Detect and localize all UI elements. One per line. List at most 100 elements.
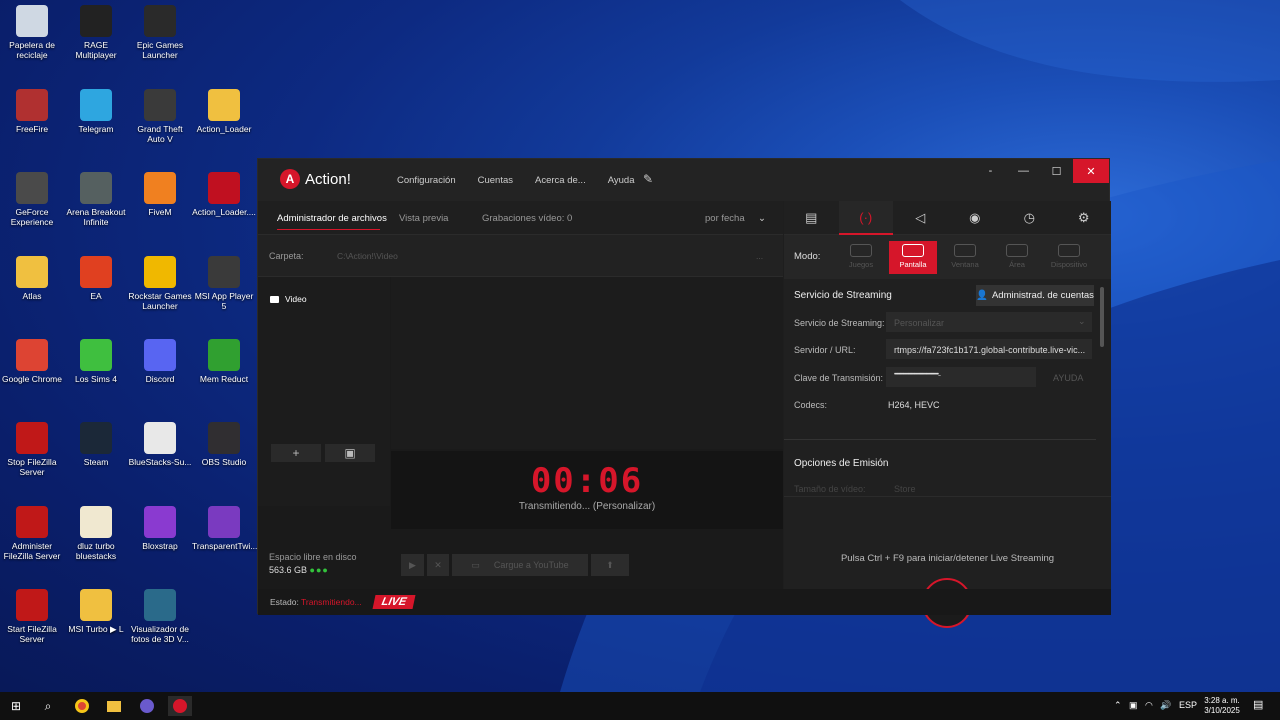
audio-icon[interactable]: ◁ bbox=[893, 201, 948, 235]
desktop-icon-label: EA bbox=[90, 291, 102, 301]
desktop-icon[interactable]: Stop FileZilla Server bbox=[0, 422, 64, 477]
desktop-icon[interactable]: GeForce Experience bbox=[0, 172, 64, 227]
tab-file-manager[interactable]: Administrador de archivos bbox=[277, 213, 387, 224]
desktop-icon[interactable]: Visualizador de fotos de 3D V... bbox=[128, 589, 192, 644]
chevron-up-icon[interactable]: ⌃ bbox=[1114, 700, 1122, 711]
maximize-button[interactable]: ☐ bbox=[1040, 159, 1073, 183]
accounts-manager-button[interactable]: 👤 Administrad. de cuentas bbox=[976, 285, 1094, 306]
chevron-down-icon[interactable]: ⌄ bbox=[758, 213, 766, 224]
video-recording-icon[interactable]: ▤ bbox=[784, 201, 839, 235]
desktop-icon[interactable]: Telegram bbox=[64, 89, 128, 134]
upload-icon[interactable]: ⬆ bbox=[591, 554, 629, 576]
desktop-icon[interactable]: Rockstar Games Launcher bbox=[128, 256, 192, 311]
disk-status-dots: ●●● bbox=[309, 565, 329, 575]
volume-icon[interactable]: 🔊 bbox=[1160, 700, 1171, 711]
language-indicator[interactable]: ESP bbox=[1179, 700, 1197, 710]
desktop-icon-label: Atlas bbox=[22, 291, 42, 301]
mode-device[interactable]: Dispositivo bbox=[1045, 241, 1093, 274]
mode-area[interactable]: Área bbox=[993, 241, 1041, 274]
brush-icon[interactable]: ✎ bbox=[643, 172, 653, 186]
mode-screen[interactable]: Pantalla bbox=[889, 241, 937, 274]
video-size-value[interactable]: Store bbox=[894, 484, 916, 494]
desktop-icon-label: FreeFire bbox=[15, 124, 49, 134]
live-streaming-icon[interactable]: (·) bbox=[838, 201, 893, 235]
area-icon bbox=[1006, 244, 1028, 257]
desktop-icon[interactable]: Arena Breakout Infinite bbox=[64, 172, 128, 227]
desktop-icon[interactable]: Discord bbox=[128, 339, 192, 384]
msi-app-player-icon bbox=[208, 256, 240, 288]
title-bar[interactable]: A Action! Configuración Cuentas Acerca d… bbox=[258, 159, 1109, 201]
desktop-icon[interactable]: Bloxstrap bbox=[128, 506, 192, 551]
upload-youtube-button[interactable]: ▭ Cargue a YouTube bbox=[452, 554, 588, 576]
gear-icon[interactable]: ⚙ bbox=[1057, 201, 1112, 235]
settings-scrollbar[interactable] bbox=[1100, 287, 1104, 347]
desktop-icon[interactable]: Mem Reduct bbox=[192, 339, 256, 384]
add-folder-button[interactable]: + bbox=[271, 444, 321, 462]
menu-acerca[interactable]: Acerca de... bbox=[535, 175, 586, 186]
delete-icon[interactable]: ✕ bbox=[427, 554, 449, 576]
timer-icon[interactable]: ◷ bbox=[1002, 201, 1057, 235]
desktop-icon[interactable]: OBS Studio bbox=[192, 422, 256, 467]
desktop-icon[interactable]: BlueStacks-Su... bbox=[128, 422, 192, 467]
desktop-icon[interactable]: Action_Loader.... bbox=[192, 172, 256, 217]
desktop-icon[interactable]: FiveM bbox=[128, 172, 192, 217]
minimize-button[interactable]: — bbox=[1007, 159, 1040, 183]
search-icon[interactable]: ⌕ bbox=[38, 696, 58, 716]
desktop-icon[interactable]: Los Sims 4 bbox=[64, 339, 128, 384]
msi-app-player-icon[interactable] bbox=[137, 696, 157, 716]
windows-start-icon[interactable]: ⊞ bbox=[6, 696, 26, 716]
desktop-icon-label: MSI App Player 5 bbox=[194, 291, 254, 311]
desktop-icon[interactable]: Epic Games Launcher bbox=[128, 5, 192, 60]
rockstar-icon bbox=[144, 256, 176, 288]
browse-folder-button[interactable]: ... bbox=[756, 251, 763, 261]
chrome-icon[interactable] bbox=[72, 696, 92, 716]
compact-button[interactable]: - bbox=[974, 159, 1007, 183]
desktop-icon[interactable]: Start FileZilla Server bbox=[0, 589, 64, 644]
desktop-icon[interactable]: Grand Theft Auto V bbox=[128, 89, 192, 144]
timer-area: 00:06 Transmitiendo... (Personalizar) bbox=[391, 451, 783, 529]
mode-window[interactable]: Ventana bbox=[941, 241, 989, 274]
mode-games[interactable]: Juegos bbox=[837, 241, 885, 274]
folder-link-icon[interactable]: ▣ bbox=[325, 444, 375, 462]
key-value: ••••••••••••••••••••••••••••••••••••••••… bbox=[894, 372, 941, 378]
action-taskbar-icon[interactable] bbox=[168, 696, 192, 716]
desktop-icon[interactable]: MSI App Player 5 bbox=[192, 256, 256, 311]
desktop-icon[interactable]: RAGE Multiplayer bbox=[64, 5, 128, 60]
desktop-icon[interactable]: Atlas bbox=[0, 256, 64, 301]
action-window[interactable]: A Action! Configuración Cuentas Acerca d… bbox=[257, 158, 1112, 628]
wifi-icon[interactable]: ◠ bbox=[1145, 700, 1153, 711]
tab-preview[interactable]: Vista previa bbox=[399, 213, 448, 224]
tray-app-icon[interactable]: ▣ bbox=[1129, 700, 1138, 711]
desktop-icon[interactable]: Administer FileZilla Server bbox=[0, 506, 64, 561]
menu-configuracion[interactable]: Configuración bbox=[397, 175, 456, 186]
file-tabs: Administrador de archivos Vista previa G… bbox=[258, 201, 783, 235]
tree-item-video[interactable]: Video bbox=[270, 294, 307, 304]
menu-ayuda[interactable]: Ayuda bbox=[608, 175, 635, 186]
sort-select[interactable]: por fecha bbox=[705, 213, 745, 224]
mode-area-label: Área bbox=[1009, 260, 1025, 269]
desktop-icon[interactable]: dluz turbo bluestacks bbox=[64, 506, 128, 561]
desktop-icon[interactable]: MSI Turbo ▶ L bbox=[64, 589, 128, 634]
desktop-icon[interactable]: Papelera de reciclaje bbox=[0, 5, 64, 60]
help-button[interactable]: AYUDA bbox=[1053, 373, 1083, 383]
desktop-icon-label: Action_Loader bbox=[196, 124, 252, 134]
desktop-icon[interactable]: Steam bbox=[64, 422, 128, 467]
notification-icon[interactable]: ▤ bbox=[1253, 698, 1263, 711]
desktop-icon[interactable]: FreeFire bbox=[0, 89, 64, 134]
desktop-icon[interactable]: Google Chrome bbox=[0, 339, 64, 384]
desktop-icon-label: Grand Theft Auto V bbox=[137, 124, 183, 144]
app-name: Action! bbox=[305, 171, 351, 188]
desktop-icon[interactable]: EA bbox=[64, 256, 128, 301]
folder-path[interactable]: C:\Action!\Video bbox=[337, 251, 398, 261]
clock[interactable]: 3:28 a. m. 3/10/2025 bbox=[1200, 696, 1244, 716]
file-explorer-icon[interactable] bbox=[104, 696, 124, 716]
menu-cuentas[interactable]: Cuentas bbox=[478, 175, 513, 186]
desktop-icon-label: Stop FileZilla Server bbox=[7, 457, 57, 477]
play-icon[interactable]: ▶ bbox=[401, 554, 424, 576]
mode-games-label: Juegos bbox=[848, 260, 874, 269]
camera-icon[interactable]: ◉ bbox=[948, 201, 1003, 235]
desktop-icon[interactable]: Action_Loader bbox=[192, 89, 256, 134]
desktop-icon[interactable]: TransparentTwi... bbox=[192, 506, 257, 551]
close-button[interactable]: ✕ bbox=[1073, 159, 1109, 183]
desktop-icon-label: Google Chrome bbox=[1, 374, 62, 384]
